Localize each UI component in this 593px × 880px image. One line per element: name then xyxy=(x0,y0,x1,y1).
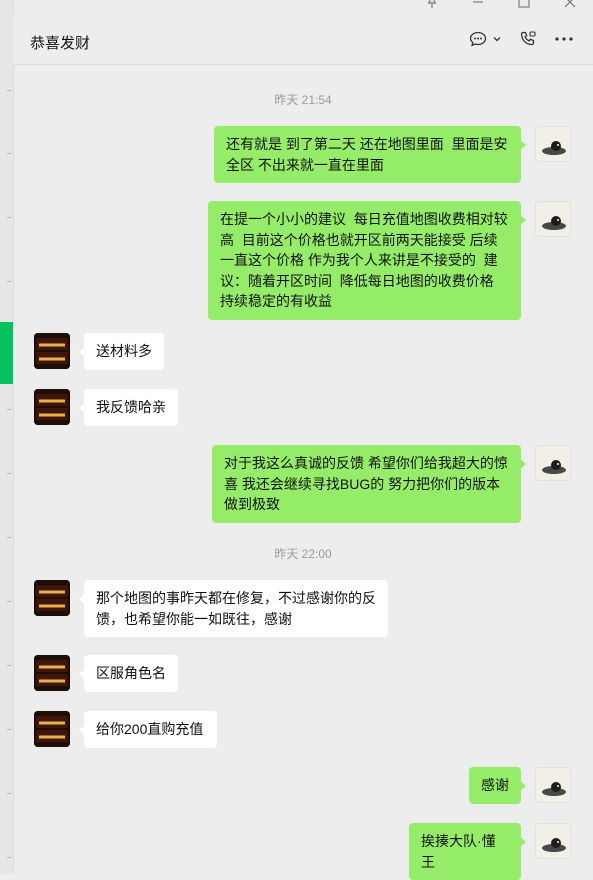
chat-title: 恭喜发财 xyxy=(30,35,91,52)
message-bubble-self[interactable]: 感谢 xyxy=(469,767,526,804)
message-bubble-self[interactable]: 在提一个小小的建议 每日充值地图收费相对较高 目前这个价格也就开区前两天能接受 … xyxy=(208,201,526,320)
divider xyxy=(7,729,11,730)
message-bubble-other[interactable]: 我反馈哈亲 xyxy=(79,389,178,426)
self-avatar[interactable] xyxy=(535,823,571,859)
divider xyxy=(7,90,11,91)
message-list[interactable]: 昨天 21:54 还有就是 到了第二天 还在地图里面 里面是安全区 不出来就一直… xyxy=(13,65,593,880)
message-bubble-other[interactable]: 那个地图的事昨天都在修复，不过感谢你的反馈，也希望你能一如既往，感谢 xyxy=(79,580,388,637)
message-bubble-other[interactable]: 送材料多 xyxy=(79,333,164,370)
contact-avatar[interactable] xyxy=(34,389,70,425)
contact-avatar[interactable] xyxy=(34,711,70,747)
chat-bubble-icon[interactable] xyxy=(469,31,501,47)
maximize-icon[interactable] xyxy=(501,0,547,12)
more-icon[interactable] xyxy=(555,37,573,41)
message-bubble-self[interactable]: 挨揍大队·懂王 xyxy=(409,823,526,880)
self-avatar[interactable] xyxy=(535,445,571,481)
divider xyxy=(7,473,11,474)
chat-list-item-active[interactable] xyxy=(0,322,13,384)
divider xyxy=(7,537,11,538)
timestamp: 昨天 22:00 xyxy=(274,547,332,561)
chevron-down-icon[interactable] xyxy=(493,36,501,42)
message-bubble-self[interactable]: 还有就是 到了第二天 还在地图里面 里面是安全区 不出来就一直在里面 xyxy=(214,126,526,183)
minimize-icon[interactable] xyxy=(455,0,501,12)
divider xyxy=(7,601,11,602)
message-bubble-other[interactable]: 给你200直购充值 xyxy=(79,711,217,748)
window-controls xyxy=(409,0,593,14)
chat-header: 恭喜发财 xyxy=(13,14,593,65)
divider xyxy=(7,281,11,282)
contact-avatar[interactable] xyxy=(34,580,70,616)
pin-icon[interactable] xyxy=(409,0,455,12)
timestamp: 昨天 21:54 xyxy=(274,93,332,107)
message-bubble-other[interactable]: 区服角色名 xyxy=(79,655,178,692)
contact-avatar[interactable] xyxy=(34,655,70,691)
divider xyxy=(7,857,11,858)
self-avatar[interactable] xyxy=(535,201,571,237)
self-avatar[interactable] xyxy=(535,767,571,803)
divider xyxy=(7,409,11,410)
close-icon[interactable] xyxy=(547,0,593,12)
contact-avatar[interactable] xyxy=(34,333,70,369)
self-avatar[interactable] xyxy=(535,126,571,162)
divider xyxy=(7,153,11,154)
divider xyxy=(7,665,11,666)
divider xyxy=(7,793,11,794)
video-call-icon[interactable] xyxy=(519,30,537,48)
divider xyxy=(7,217,11,218)
chat-list-edge xyxy=(0,0,14,874)
message-bubble-self[interactable]: 对于我这么真诚的反馈 希望你们给我超大的惊喜 我还会继续寻找BUG的 努力把你们… xyxy=(212,445,526,523)
